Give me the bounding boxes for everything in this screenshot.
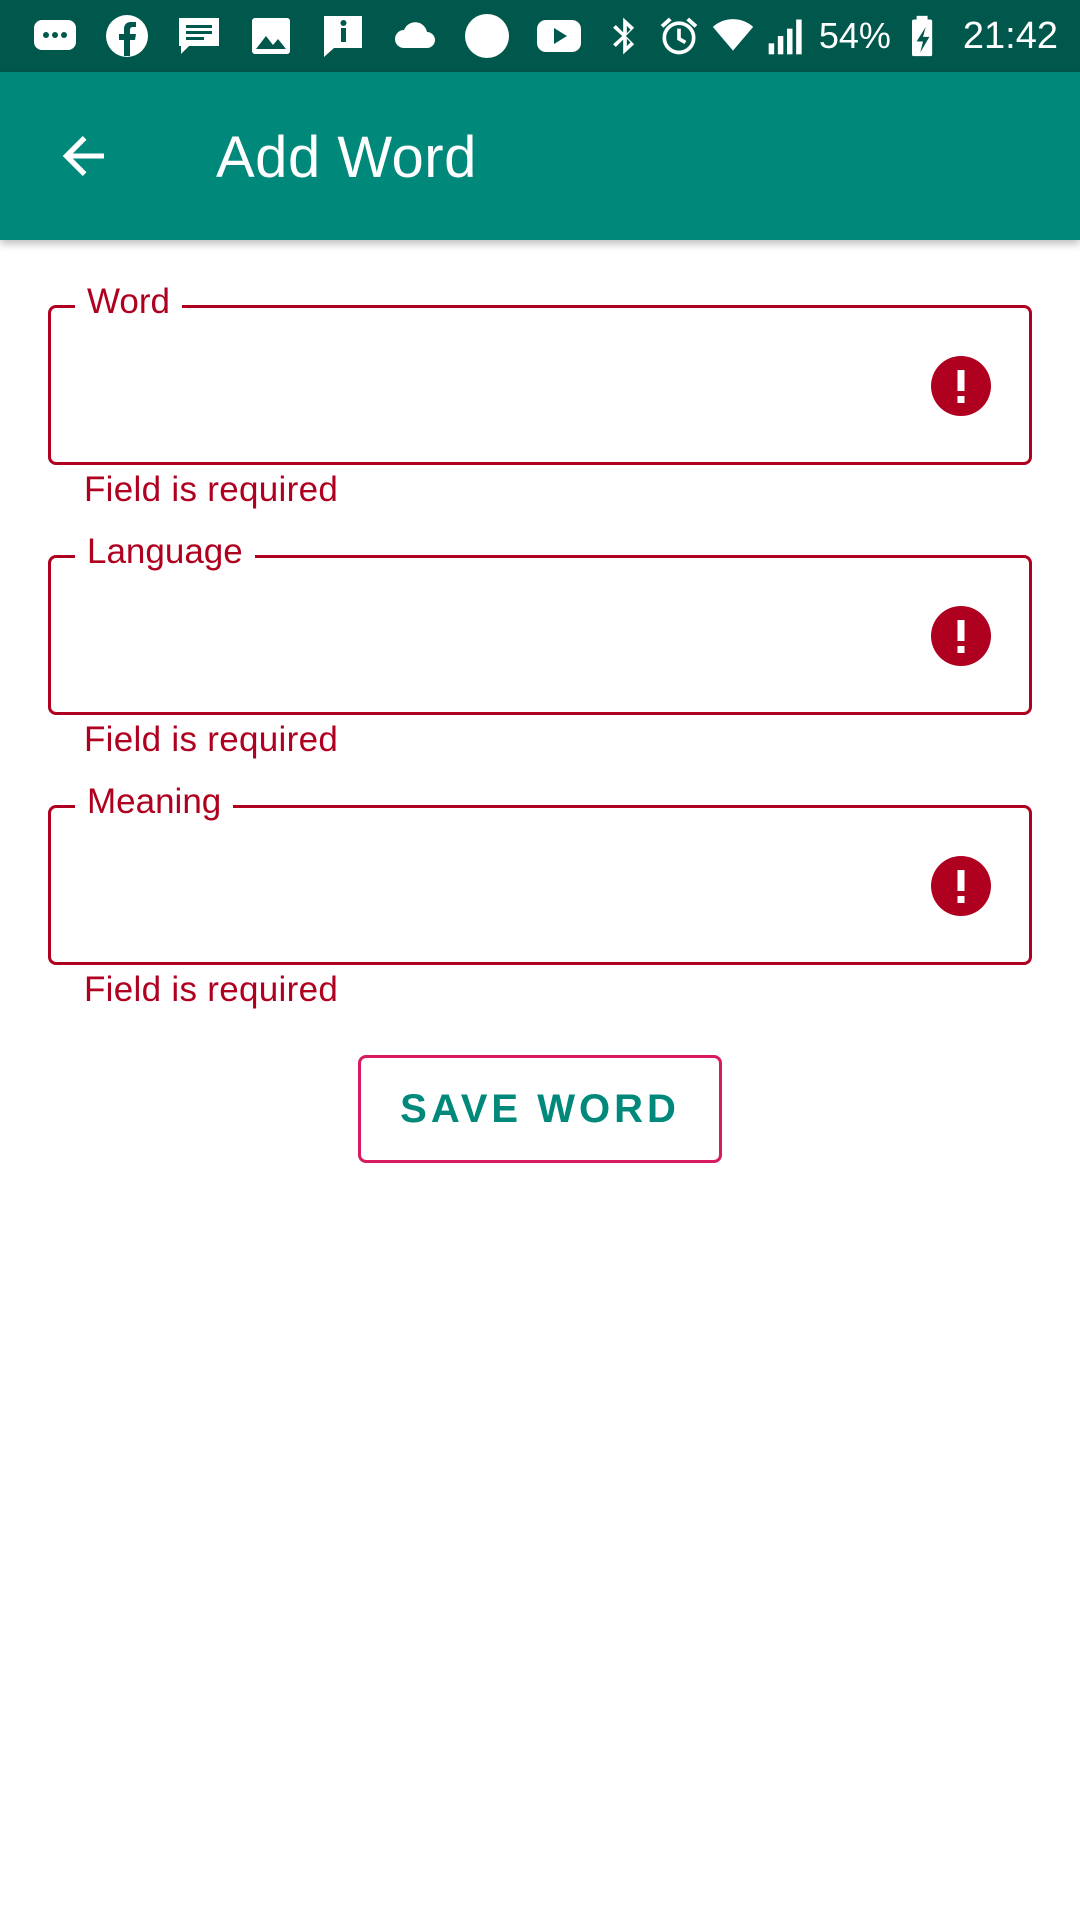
word-error-text: Field is required: [84, 470, 339, 509]
signal-icon: [768, 19, 802, 55]
info-message-icon: [314, 7, 372, 65]
facebook-icon: [98, 7, 156, 65]
messages-icon: [26, 7, 84, 65]
notification-icons: [0, 7, 588, 65]
status-bar: 54% 21:42: [0, 0, 1080, 72]
wifi-icon: [712, 19, 754, 51]
battery-percent: 54%: [818, 15, 891, 56]
battery-icon: [911, 15, 933, 57]
page-title: Add Word: [216, 125, 477, 190]
meaning-input[interactable]: [75, 848, 895, 918]
meaning-field-label: Meaning: [75, 782, 234, 822]
error-icon: [931, 606, 991, 666]
language-input[interactable]: [75, 598, 895, 668]
save-word-button[interactable]: SAVE WORD: [358, 1055, 722, 1163]
word-field-label: Word: [75, 282, 182, 322]
circle-icon: [458, 7, 516, 65]
language-field[interactable]: Language: [48, 532, 1032, 715]
meaning-field[interactable]: Meaning: [48, 782, 1032, 965]
system-status: 54% 21:42: [603, 0, 1058, 72]
word-field[interactable]: Word: [48, 282, 1032, 465]
bluetooth-icon: [612, 17, 635, 55]
youtube-icon: [530, 7, 588, 65]
app-bar: Add Word: [0, 72, 1080, 240]
image-icon: [242, 7, 300, 65]
cloud-icon: [386, 7, 444, 65]
language-field-label: Language: [75, 532, 255, 572]
back-button[interactable]: [36, 114, 132, 198]
arrow-back-icon: [62, 136, 104, 176]
word-input[interactable]: [75, 348, 895, 418]
chat-icon: [170, 7, 228, 65]
language-error-text: Field is required: [84, 720, 339, 759]
meaning-error-text: Field is required: [84, 970, 339, 1009]
alarm-icon: [660, 17, 698, 55]
error-icon: [931, 856, 991, 916]
error-icon: [931, 356, 991, 416]
clock: 21:42: [962, 14, 1058, 57]
